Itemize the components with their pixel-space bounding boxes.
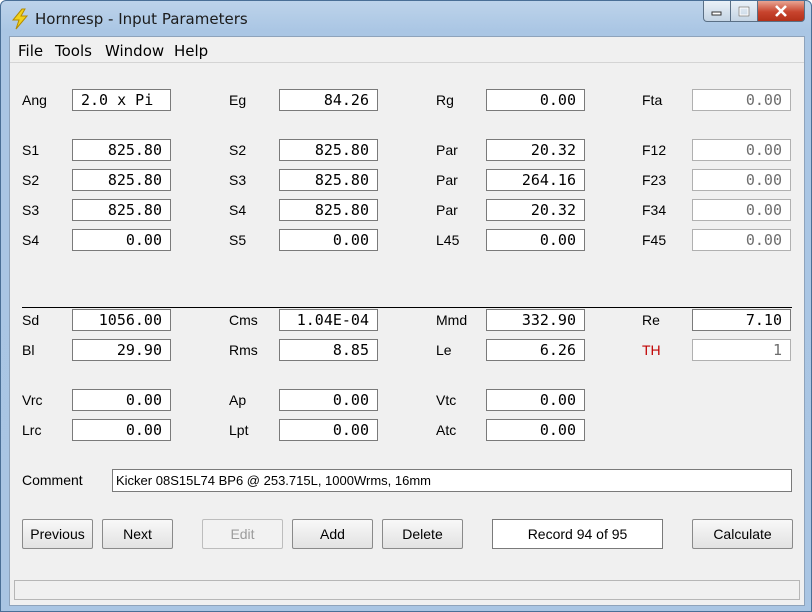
- param-label: L45: [436, 232, 460, 248]
- minimize-button[interactable]: [703, 1, 731, 22]
- menu-file[interactable]: File: [18, 42, 43, 60]
- param-label: Lrc: [22, 422, 42, 438]
- param-label: Atc: [436, 422, 457, 438]
- param-label: F45: [642, 232, 667, 248]
- param-field-le[interactable]: 6.26: [486, 339, 585, 361]
- comment-field[interactable]: Kicker 08S15L74 BP6 @ 253.715L, 1000Wrms…: [112, 469, 792, 492]
- param-field-rms[interactable]: 8.85: [279, 339, 378, 361]
- minimize-icon: [711, 11, 722, 16]
- calculate-button[interactable]: Calculate: [692, 519, 793, 549]
- param-field-ap[interactable]: 0.00: [279, 389, 378, 411]
- param-label: S2: [22, 172, 40, 188]
- param-label: F12: [642, 142, 667, 158]
- param-field-cms[interactable]: 1.04E-04: [279, 309, 378, 331]
- param-label: Eg: [229, 92, 247, 108]
- param-label: Ap: [229, 392, 247, 408]
- param-label: Rms: [229, 342, 258, 358]
- param-field-f45: 0.00: [692, 229, 791, 251]
- param-field-re[interactable]: 7.10: [692, 309, 791, 331]
- param-field-lrc[interactable]: 0.00: [72, 419, 171, 441]
- param-field-ang[interactable]: 2.0 x Pi: [72, 89, 171, 111]
- menu-tools[interactable]: Tools: [55, 42, 92, 60]
- param-field-s2[interactable]: 825.80: [279, 139, 378, 161]
- window-title: Hornresp - Input Parameters: [35, 10, 248, 28]
- close-button[interactable]: [758, 1, 805, 22]
- param-field-par1[interactable]: 20.32: [486, 139, 585, 161]
- maximize-button[interactable]: [731, 1, 758, 22]
- param-field-fta: 0.00: [692, 89, 791, 111]
- param-field-l45[interactable]: 0.00: [486, 229, 585, 251]
- param-field-s4b[interactable]: 0.00: [72, 229, 171, 251]
- input-parameters-panel: Ang 2.0 x Pi Eg 84.26 Rg 0.00 Fta 0.00 S…: [10, 63, 804, 577]
- status-bar: [14, 580, 800, 600]
- next-button[interactable]: Next: [102, 519, 173, 549]
- param-label: Mmd: [436, 312, 468, 328]
- param-field-lpt[interactable]: 0.00: [279, 419, 378, 441]
- param-field-vtc[interactable]: 0.00: [486, 389, 585, 411]
- section-divider: [22, 307, 792, 308]
- menu-window[interactable]: Window: [105, 42, 164, 60]
- param-label: Lpt: [229, 422, 249, 438]
- param-label: S3: [229, 172, 247, 188]
- title-bar[interactable]: Hornresp - Input Parameters: [1, 1, 811, 36]
- record-indicator: Record 94 of 95: [492, 519, 663, 549]
- param-field-s5[interactable]: 0.00: [279, 229, 378, 251]
- param-field-sd[interactable]: 1056.00: [72, 309, 171, 331]
- previous-button[interactable]: Previous: [22, 519, 93, 549]
- param-label: Sd: [22, 312, 40, 328]
- menu-help[interactable]: Help: [174, 42, 208, 60]
- param-field-th: 1: [692, 339, 791, 361]
- comment-label: Comment: [22, 472, 83, 488]
- param-label: S2: [229, 142, 247, 158]
- param-label-th: TH: [642, 342, 661, 358]
- param-field-eg[interactable]: 84.26: [279, 89, 378, 111]
- client-area: File Tools Window Help Ang 2.0 x Pi Eg 8…: [9, 36, 805, 606]
- maximize-icon: [738, 6, 750, 16]
- param-label: Par: [436, 172, 458, 188]
- param-label: Rg: [436, 92, 454, 108]
- param-label: Par: [436, 202, 458, 218]
- param-label: Par: [436, 142, 458, 158]
- param-label: Bl: [22, 342, 35, 358]
- param-field-bl[interactable]: 29.90: [72, 339, 171, 361]
- param-label: Le: [436, 342, 452, 358]
- param-label: F34: [642, 202, 667, 218]
- param-label: Vrc: [22, 392, 43, 408]
- param-field-rg[interactable]: 0.00: [486, 89, 585, 111]
- add-button[interactable]: Add: [292, 519, 373, 549]
- app-window: Hornresp - Input Parameters File Tools W…: [0, 0, 812, 612]
- param-field-f34: 0.00: [692, 199, 791, 221]
- param-field-s3b[interactable]: 825.80: [72, 199, 171, 221]
- param-label: S1: [22, 142, 40, 158]
- param-label: S4: [229, 202, 247, 218]
- param-field-par2[interactable]: 264.16: [486, 169, 585, 191]
- param-label: Ang: [22, 92, 47, 108]
- delete-button[interactable]: Delete: [382, 519, 463, 549]
- lightning-bolt-icon: [11, 8, 29, 30]
- param-label: F23: [642, 172, 667, 188]
- param-field-s3[interactable]: 825.80: [279, 169, 378, 191]
- param-label: Cms: [229, 312, 258, 328]
- edit-button[interactable]: Edit: [202, 519, 283, 549]
- param-field-s1[interactable]: 825.80: [72, 139, 171, 161]
- param-label: Re: [642, 312, 660, 328]
- param-label: Vtc: [436, 392, 457, 408]
- param-field-f12: 0.00: [692, 139, 791, 161]
- param-label: Fta: [642, 92, 663, 108]
- param-field-mmd[interactable]: 332.90: [486, 309, 585, 331]
- close-icon: [775, 5, 787, 17]
- param-label: S4: [22, 232, 40, 248]
- param-field-atc[interactable]: 0.00: [486, 419, 585, 441]
- param-field-s4[interactable]: 825.80: [279, 199, 378, 221]
- param-label: S3: [22, 202, 40, 218]
- param-field-par3[interactable]: 20.32: [486, 199, 585, 221]
- param-label: S5: [229, 232, 247, 248]
- param-field-vrc[interactable]: 0.00: [72, 389, 171, 411]
- param-field-f23: 0.00: [692, 169, 791, 191]
- caption-buttons: [703, 1, 805, 23]
- param-field-s2b[interactable]: 825.80: [72, 169, 171, 191]
- menu-bar: File Tools Window Help: [10, 37, 804, 63]
